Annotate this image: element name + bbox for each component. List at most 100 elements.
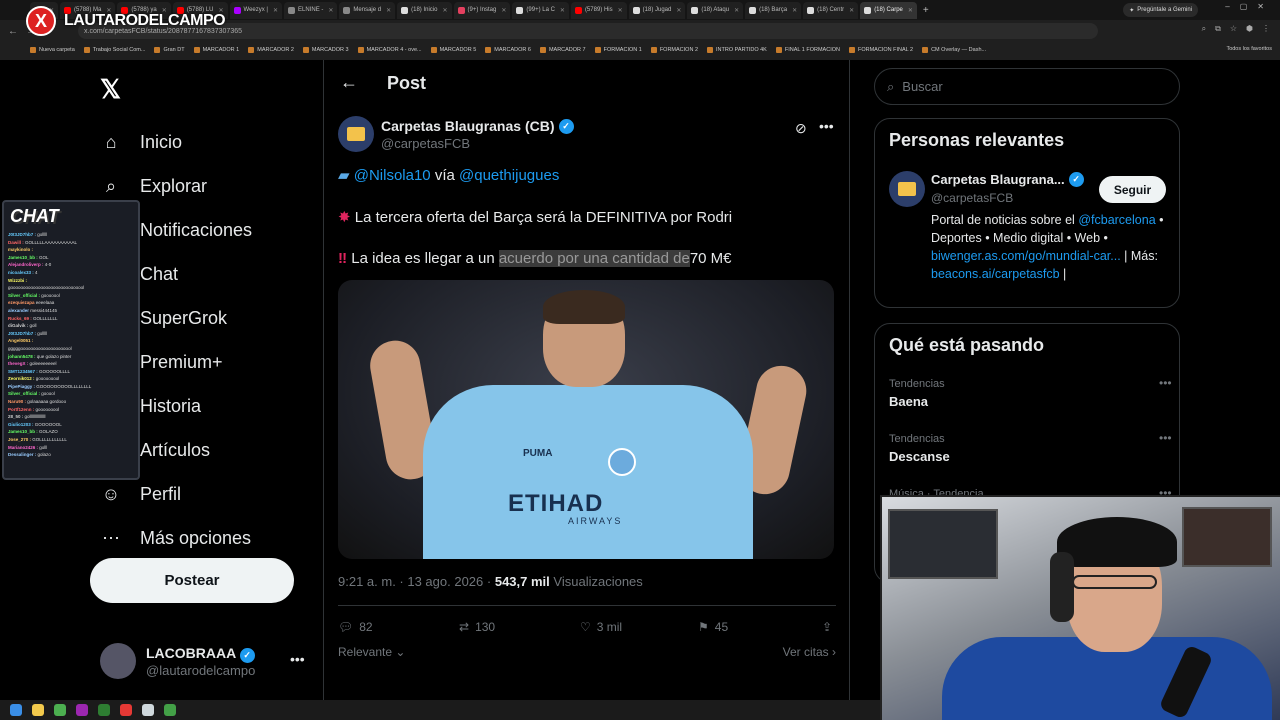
bio-link[interactable]: beacons.ai/carpetasfcb	[931, 267, 1060, 281]
app-icon[interactable]	[142, 704, 154, 716]
app-icon[interactable]	[98, 704, 110, 716]
folder-icon[interactable]	[32, 704, 44, 716]
player-hair	[543, 290, 625, 324]
browser-tab[interactable]: Mensaje d ✕	[339, 1, 396, 19]
share-button[interactable]: ⇪	[822, 620, 832, 634]
bookmark-favicon	[848, 47, 855, 53]
chat-text: gooool	[41, 391, 55, 397]
chat-user: Dessalinger :	[8, 452, 37, 458]
browser-icon[interactable]	[54, 704, 66, 716]
reply-button[interactable]: 💬︎ 82	[338, 620, 459, 634]
zoom-icon[interactable]: ⌕	[1202, 24, 1206, 34]
bookmark-item[interactable]: MARCADOR 3	[302, 47, 349, 53]
repost-button[interactable]: ⇄ 130	[459, 620, 580, 634]
like-button[interactable]: ♡ 3 mil	[580, 620, 698, 634]
trend-item[interactable]: Tendencias Descanse	[889, 433, 950, 464]
follow-button[interactable]: Seguir	[1099, 176, 1166, 203]
browser-tab[interactable]: (99+) La C ✕	[512, 1, 569, 19]
trend-item[interactable]: Tendencias Baena	[889, 378, 945, 409]
account-switcher[interactable]: LACOBRAAA ✓ @lautarodelcampo •••	[100, 643, 305, 679]
start-icon[interactable]	[10, 704, 22, 716]
browser-tab[interactable]: (18) Centr ✕	[803, 1, 859, 19]
install-icon[interactable]: ⧉	[1215, 24, 1221, 34]
menu-icon[interactable]: ⋮	[1262, 24, 1270, 34]
bookmark-item[interactable]: Trabajo Social Com...	[83, 47, 145, 53]
close-icon[interactable]: ✕	[792, 7, 797, 14]
close-icon[interactable]: ✕	[386, 7, 391, 14]
new-tab-icon[interactable]: +	[923, 5, 929, 16]
close-icon[interactable]: ✕	[560, 7, 565, 14]
post-time[interactable]: 9:21 a. m. · 13 ago. 2026 ·	[338, 574, 491, 589]
star-icon[interactable]: ☆	[1230, 24, 1237, 34]
app-icon[interactable]	[120, 704, 132, 716]
search-input[interactable]: ⌕ Buscar	[874, 68, 1180, 105]
bookmark-item[interactable]: Nueva carpeta	[30, 47, 75, 53]
person-handle[interactable]: @carpetasFCB	[931, 191, 1013, 205]
sidebar-item-más-opciones[interactable]: ⋯ Más opciones	[100, 516, 252, 560]
bookmark-item[interactable]: MARCADOR 7	[539, 47, 586, 53]
bookmark-item[interactable]: CM Overlay — Dash...	[922, 47, 986, 53]
bio-link[interactable]: @fcbarcelona	[1078, 213, 1155, 227]
mention-link[interactable]: @Nilsola10	[354, 167, 431, 184]
browser-tab[interactable]: (18) Barça ✕	[745, 1, 802, 19]
browser-tab[interactable]: (5789) His ✕	[570, 1, 627, 19]
bookmark-item[interactable]: MARCADOR 4 - ove...	[357, 47, 422, 53]
close-icon[interactable]: ✕	[908, 7, 913, 14]
close-icon[interactable]: ✕	[618, 7, 623, 14]
app-icon[interactable]	[164, 704, 176, 716]
close-icon[interactable]: ✕	[501, 7, 506, 14]
author-handle[interactable]: @carpetasFCB	[381, 136, 470, 151]
trend-more-icon[interactable]: •••	[1159, 431, 1172, 445]
bookmark-item[interactable]: FORMACION 2	[650, 47, 698, 53]
bookmark-item[interactable]: FORMACION FINAL 2	[848, 47, 913, 53]
browser-tab[interactable]: (18) Carpe ✕	[860, 1, 917, 19]
mention-link[interactable]: @quethijugues	[459, 167, 559, 184]
trend-more-icon[interactable]: •••	[1159, 376, 1172, 390]
browser-tab[interactable]: (18) Ataqu ✕	[687, 1, 744, 19]
post-more-icon[interactable]: •••	[819, 118, 834, 134]
post-image[interactable]: PUMA ETIHAD AIRWAYS	[338, 280, 834, 559]
close-icon[interactable]: ✕	[849, 7, 854, 14]
x-logo-icon[interactable]: 𝕏	[100, 74, 121, 105]
close-icon[interactable]: ✕	[273, 7, 278, 14]
window-controls[interactable]: –▢✕	[1225, 2, 1274, 11]
bookmark-button[interactable]: ⚑ 45	[698, 620, 822, 634]
close-icon[interactable]: ✕	[442, 7, 447, 14]
gemini-button[interactable]: ✦ Pregúntale a Gemini	[1123, 3, 1198, 17]
bookmark-item[interactable]: MARCADOR 5	[430, 47, 476, 53]
all-bookmarks[interactable]: Todos los favoritos	[1226, 46, 1272, 52]
author-avatar[interactable]	[338, 116, 374, 152]
browser-tab[interactable]: (9+) Instag ✕	[453, 1, 511, 19]
bookmark-item[interactable]: MARCADOR 6	[485, 47, 531, 53]
back-arrow-icon[interactable]: ←	[8, 26, 18, 37]
app-icon[interactable]	[76, 704, 88, 716]
post-button[interactable]: Postear	[90, 558, 294, 603]
close-icon[interactable]: ✕	[734, 7, 739, 14]
close-icon[interactable]: ✕	[676, 7, 681, 14]
person-name[interactable]: Carpetas Blaugrana... ✓	[931, 172, 1084, 187]
bookmark-item[interactable]: FINAL 1 FORMACION	[775, 47, 840, 53]
grok-icon[interactable]: ⊘	[795, 120, 807, 137]
browser-tab[interactable]: ELNINE - ✕	[284, 1, 338, 19]
account-more-icon[interactable]: •••	[290, 651, 305, 667]
browser-tab[interactable]: (18) Inicio ✕	[397, 1, 452, 19]
chat-user: Rucks_69 :	[8, 315, 32, 321]
sort-dropdown[interactable]: Relevante ⌄	[338, 645, 405, 659]
bookmark-item[interactable]: MARCADOR 1	[193, 47, 239, 53]
bookmark-item[interactable]: FORMACION 1	[594, 47, 642, 53]
verified-icon: ✓	[1068, 172, 1084, 187]
bio-link[interactable]: biwenger.as.com/go/mundial-car...	[931, 249, 1121, 263]
back-arrow-icon[interactable]: ←	[340, 72, 358, 93]
url-field[interactable]: x.com/carpetasFCB/status/208787716783730…	[78, 23, 1098, 39]
close-icon[interactable]: ✕	[328, 7, 333, 14]
quotes-link[interactable]: Ver citas ›	[783, 645, 836, 659]
bookmark-item[interactable]: INTRO PARTIDO 4K	[707, 47, 767, 53]
extension-icon[interactable]: ⬢	[1246, 24, 1253, 34]
sidebar-item-inicio[interactable]: ⌂ Inicio	[100, 120, 252, 164]
browser-tab[interactable]: Weezyx | ✕	[229, 1, 283, 19]
browser-tab[interactable]: (18) Jugad ✕	[628, 1, 686, 19]
author-name[interactable]: Carpetas Blaugranas (CB) ✓	[381, 118, 574, 134]
person-avatar[interactable]	[889, 171, 925, 207]
bookmark-item[interactable]: MARCADOR 2	[248, 47, 294, 53]
bookmark-item[interactable]: Gran DT	[154, 47, 185, 53]
